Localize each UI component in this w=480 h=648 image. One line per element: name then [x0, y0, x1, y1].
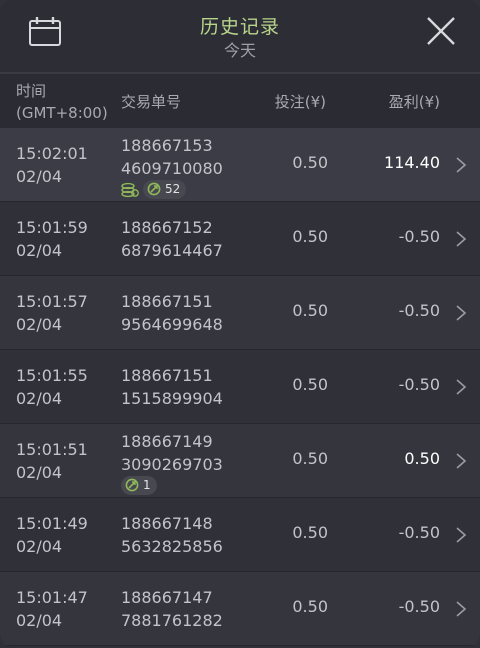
- row-bet: 0.50: [292, 449, 328, 468]
- history-row[interactable]: 15:02:01 02/04 188667153 4609710080 0.50 114.…: [0, 128, 480, 202]
- column-header: 时间 (GMT+8:00) 交易单号 投注(¥) 盈利(¥): [0, 74, 480, 128]
- row-profit: -0.50: [398, 597, 440, 616]
- history-row[interactable]: 15:01:51 02/04 188667149 3090269703 0.50 0.50…: [0, 424, 480, 498]
- history-panel: 历史记录 今天 时间 (GMT+8:00) 交易单号 投注(¥) 盈利(¥) 1…: [0, 0, 480, 648]
- spin-icon: [147, 182, 161, 196]
- history-row[interactable]: 15:01:55 02/04 188667151 1515899904 0.50 -0.5…: [0, 350, 480, 424]
- row-badges: 1: [121, 475, 157, 495]
- order-id-line-2: 4609710080: [121, 159, 223, 178]
- row-time-value: 15:01:47: [16, 588, 88, 607]
- row-profit: -0.50: [398, 523, 440, 542]
- row-order-id: 188667147 7881761282: [121, 586, 223, 632]
- coin-stack-icon: [121, 182, 139, 198]
- history-row[interactable]: 15:01:59 02/04 188667152 6879614467 0.50 -0.5…: [0, 202, 480, 276]
- row-time-value: 15:01:51: [16, 440, 88, 459]
- column-profit: 盈利(¥): [388, 93, 440, 111]
- row-bet: 0.50: [292, 523, 328, 542]
- row-badges: 52: [121, 179, 187, 199]
- row-time-value: 15:02:01: [16, 144, 88, 163]
- header-bar: 历史记录 今天: [0, 0, 480, 74]
- row-profit: 0.50: [404, 449, 440, 468]
- chevron-right-icon: [456, 231, 467, 247]
- history-row[interactable]: 15:01:57 02/04 188667151 9564699648 0.50 -0.5…: [0, 276, 480, 350]
- chevron-right-icon: [456, 305, 467, 321]
- row-order-id: 188667151 9564699648: [121, 290, 223, 336]
- order-id-line-1: 188667153: [121, 136, 213, 155]
- row-profit: 114.40: [384, 153, 440, 172]
- row-bet: 0.50: [292, 375, 328, 394]
- row-date-value: 02/04: [16, 389, 63, 408]
- row-time-value: 15:01:55: [16, 366, 88, 385]
- row-time-value: 15:01:49: [16, 514, 88, 533]
- close-button[interactable]: [420, 14, 460, 50]
- free-spin-count: 52: [165, 182, 181, 196]
- row-time-value: 15:01:57: [16, 292, 88, 311]
- row-bet: 0.50: [292, 301, 328, 320]
- row-order-id: 188667152 6879614467: [121, 216, 223, 262]
- row-profit: -0.50: [398, 301, 440, 320]
- row-date-value: 02/04: [16, 463, 63, 482]
- row-time: 15:01:59 02/04: [16, 216, 88, 262]
- row-bet: 0.50: [292, 153, 328, 172]
- row-time: 15:01:47 02/04: [16, 586, 88, 632]
- row-order-id: 188667148 5632825856: [121, 512, 223, 558]
- page-subtitle: 今天: [223, 41, 256, 60]
- free-spin-badge: 52: [143, 179, 187, 199]
- chevron-right-icon: [456, 601, 467, 617]
- row-order-id: 188667153 4609710080: [121, 134, 223, 180]
- row-time: 15:01:55 02/04: [16, 364, 88, 410]
- column-bet: 投注(¥): [274, 93, 326, 111]
- chevron-right-icon: [456, 453, 467, 469]
- order-id-line-2: 3090269703: [121, 455, 223, 474]
- row-profit: -0.50: [398, 375, 440, 394]
- free-spin-badge: 1: [121, 475, 157, 495]
- order-id-line-1: 188667147: [121, 588, 213, 607]
- order-id-line-2: 5632825856: [121, 537, 223, 556]
- row-date-value: 02/04: [16, 167, 63, 186]
- row-time: 15:01:51 02/04: [16, 438, 88, 484]
- chevron-right-icon: [456, 379, 467, 395]
- column-time: 时间 (GMT+8:00): [16, 82, 108, 122]
- row-time-value: 15:01:59: [16, 218, 88, 237]
- row-date-value: 02/04: [16, 537, 63, 556]
- order-id-line-2: 9564699648: [121, 315, 223, 334]
- row-time: 15:02:01 02/04: [16, 142, 88, 188]
- row-time: 15:01:57 02/04: [16, 290, 88, 336]
- order-id-line-1: 188667151: [121, 292, 213, 311]
- row-bet: 0.50: [292, 227, 328, 246]
- order-id-line-1: 188667152: [121, 218, 213, 237]
- history-row[interactable]: 15:01:49 02/04 188667148 5632825856 0.50 -0.5…: [0, 498, 480, 572]
- history-list: 15:02:01 02/04 188667153 4609710080 0.50 114.…: [0, 128, 480, 646]
- order-id-line-1: 188667151: [121, 366, 213, 385]
- row-order-id: 188667151 1515899904: [121, 364, 223, 410]
- row-profit: -0.50: [398, 227, 440, 246]
- spin-icon: [125, 478, 139, 492]
- order-id-line-1: 188667148: [121, 514, 213, 533]
- row-bet: 0.50: [292, 597, 328, 616]
- row-order-id: 188667149 3090269703: [121, 430, 223, 476]
- order-id-line-2: 7881761282: [121, 611, 223, 630]
- column-order-id: 交易单号: [121, 93, 182, 111]
- row-time: 15:01:49 02/04: [16, 512, 88, 558]
- order-id-line-2: 1515899904: [121, 389, 223, 408]
- row-date-value: 02/04: [16, 241, 63, 260]
- row-date-value: 02/04: [16, 315, 63, 334]
- row-date-value: 02/04: [16, 611, 63, 630]
- chevron-right-icon: [456, 527, 467, 543]
- order-id-line-1: 188667149: [121, 432, 213, 451]
- order-id-line-2: 6879614467: [121, 241, 223, 260]
- close-icon: [427, 17, 455, 45]
- free-spin-count: 1: [143, 478, 151, 492]
- page-title: 历史记录: [199, 16, 280, 38]
- history-row[interactable]: 15:01:47 02/04 188667147 7881761282 0.50 -0.5…: [0, 572, 480, 646]
- chevron-right-icon: [456, 157, 467, 173]
